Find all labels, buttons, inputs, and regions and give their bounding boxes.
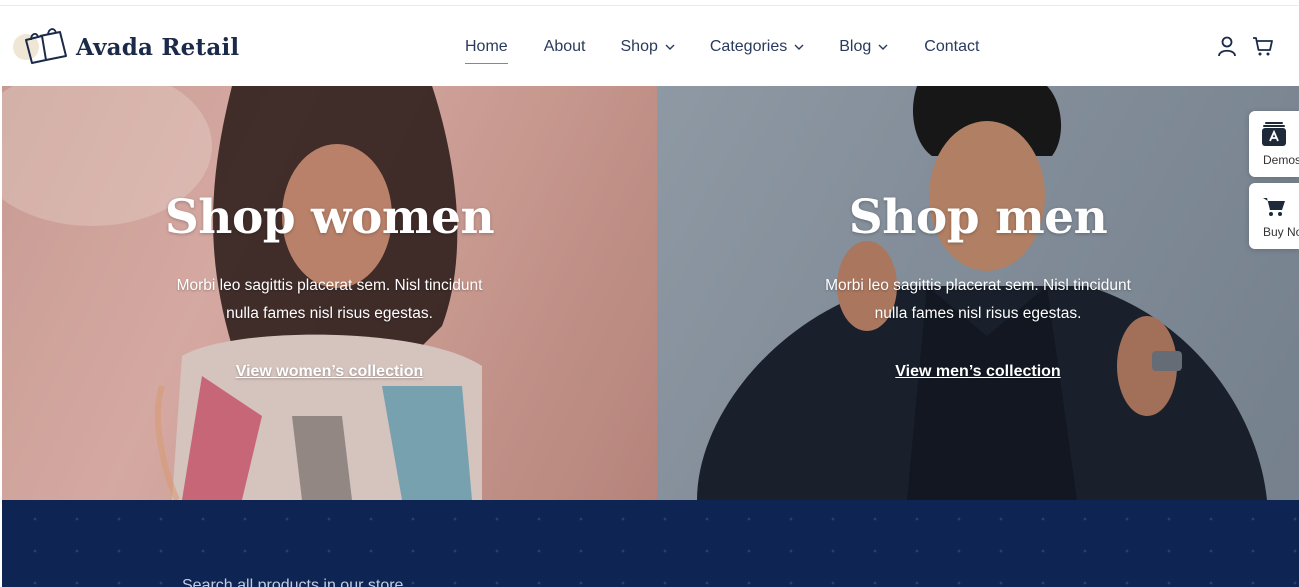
nav-contact-label: Contact bbox=[924, 38, 980, 55]
chevron-down-icon bbox=[794, 44, 804, 50]
site-header: Avada Retail Home About Shop Categories … bbox=[0, 6, 1299, 86]
shop-women-description: Morbi leo sagittis placerat sem. Nisl ti… bbox=[176, 277, 483, 322]
shop-women-panel: Shop women Morbi leo sagittis placerat s… bbox=[2, 86, 657, 500]
brand-logo[interactable]: Avada Retail bbox=[12, 26, 239, 68]
product-search-input[interactable] bbox=[182, 574, 782, 587]
chevron-down-icon bbox=[878, 44, 888, 50]
nav-categories[interactable]: Categories bbox=[710, 38, 804, 56]
nav-categories-label: Categories bbox=[709, 38, 788, 55]
nav-shop[interactable]: Shop bbox=[621, 38, 675, 56]
view-womens-collection-link[interactable]: View women’s collection bbox=[236, 363, 424, 381]
nav-contact[interactable]: Contact bbox=[924, 38, 979, 56]
men-panel-content: Shop men Morbi leo sagittis placerat sem… bbox=[657, 190, 1299, 381]
hero-section: Shop women Morbi leo sagittis placerat s… bbox=[2, 86, 1299, 500]
search-section bbox=[2, 500, 1299, 587]
nav-blog[interactable]: Blog bbox=[839, 38, 888, 56]
nav-home-label: Home bbox=[465, 38, 508, 55]
brand-name: Avada Retail bbox=[76, 33, 240, 61]
user-icon[interactable] bbox=[1215, 34, 1239, 58]
nav-blog-label: Blog bbox=[839, 38, 872, 55]
shopping-cart-icon bbox=[1263, 198, 1285, 216]
header-actions bbox=[1203, 34, 1275, 58]
main-navigation: Home About Shop Categories Blog Contact bbox=[465, 36, 979, 64]
shopping-bags-icon bbox=[12, 26, 68, 68]
nav-shop-label: Shop bbox=[620, 38, 658, 55]
demos-widget[interactable]: Demos bbox=[1249, 111, 1299, 177]
buy-now-widget[interactable]: Buy Now bbox=[1249, 183, 1299, 249]
cart-icon[interactable] bbox=[1251, 34, 1275, 58]
floating-side-widgets: Demos Buy Now bbox=[1249, 111, 1299, 255]
demos-icon bbox=[1262, 122, 1286, 146]
demos-label: Demos bbox=[1263, 153, 1299, 167]
women-panel-content: Shop women Morbi leo sagittis placerat s… bbox=[2, 190, 657, 381]
nav-about[interactable]: About bbox=[544, 38, 586, 56]
shop-women-title: Shop women bbox=[164, 190, 495, 245]
buy-now-label: Buy Now bbox=[1263, 225, 1299, 239]
view-mens-collection-link[interactable]: View men’s collection bbox=[895, 363, 1060, 381]
shop-men-panel: Shop men Morbi leo sagittis placerat sem… bbox=[657, 86, 1299, 500]
nav-home[interactable]: Home bbox=[465, 38, 508, 64]
chevron-down-icon bbox=[665, 44, 675, 50]
shop-men-title: Shop men bbox=[848, 190, 1108, 245]
shop-men-description: Morbi leo sagittis placerat sem. Nisl ti… bbox=[825, 277, 1131, 322]
nav-about-label: About bbox=[543, 38, 586, 55]
